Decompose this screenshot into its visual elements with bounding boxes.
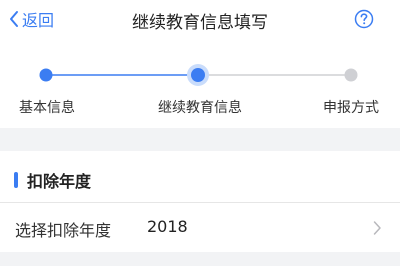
progress-steps: 基本信息 继续教育信息 申报方式 (0, 40, 400, 128)
deduction-year-label: 选择扣除年度 (15, 221, 112, 240)
navigation-bar: 返回 继续教育信息填写 (0, 0, 400, 40)
chevron-right-icon (372, 220, 382, 236)
section-header: 扣除年度 (0, 151, 400, 202)
deduction-year-value: 2018 (147, 217, 188, 236)
deduction-year-row[interactable]: 选择扣除年度 2018 (0, 203, 400, 252)
help-button[interactable] (354, 9, 374, 29)
step-dot-basic-info (39, 68, 53, 82)
question-circle-icon (354, 9, 374, 29)
step-label-continuing-education: 继续教育信息 (158, 100, 242, 116)
section-accent-bar (14, 172, 18, 188)
step-label-basic-info: 基本信息 (19, 100, 75, 116)
section-title: 扣除年度 (27, 172, 92, 191)
page-title: 继续教育信息填写 (132, 13, 268, 33)
step-dot-filing-method (344, 68, 358, 82)
step-dot-continuing-education (191, 68, 205, 82)
step-label-filing-method: 申报方式 (323, 100, 379, 116)
